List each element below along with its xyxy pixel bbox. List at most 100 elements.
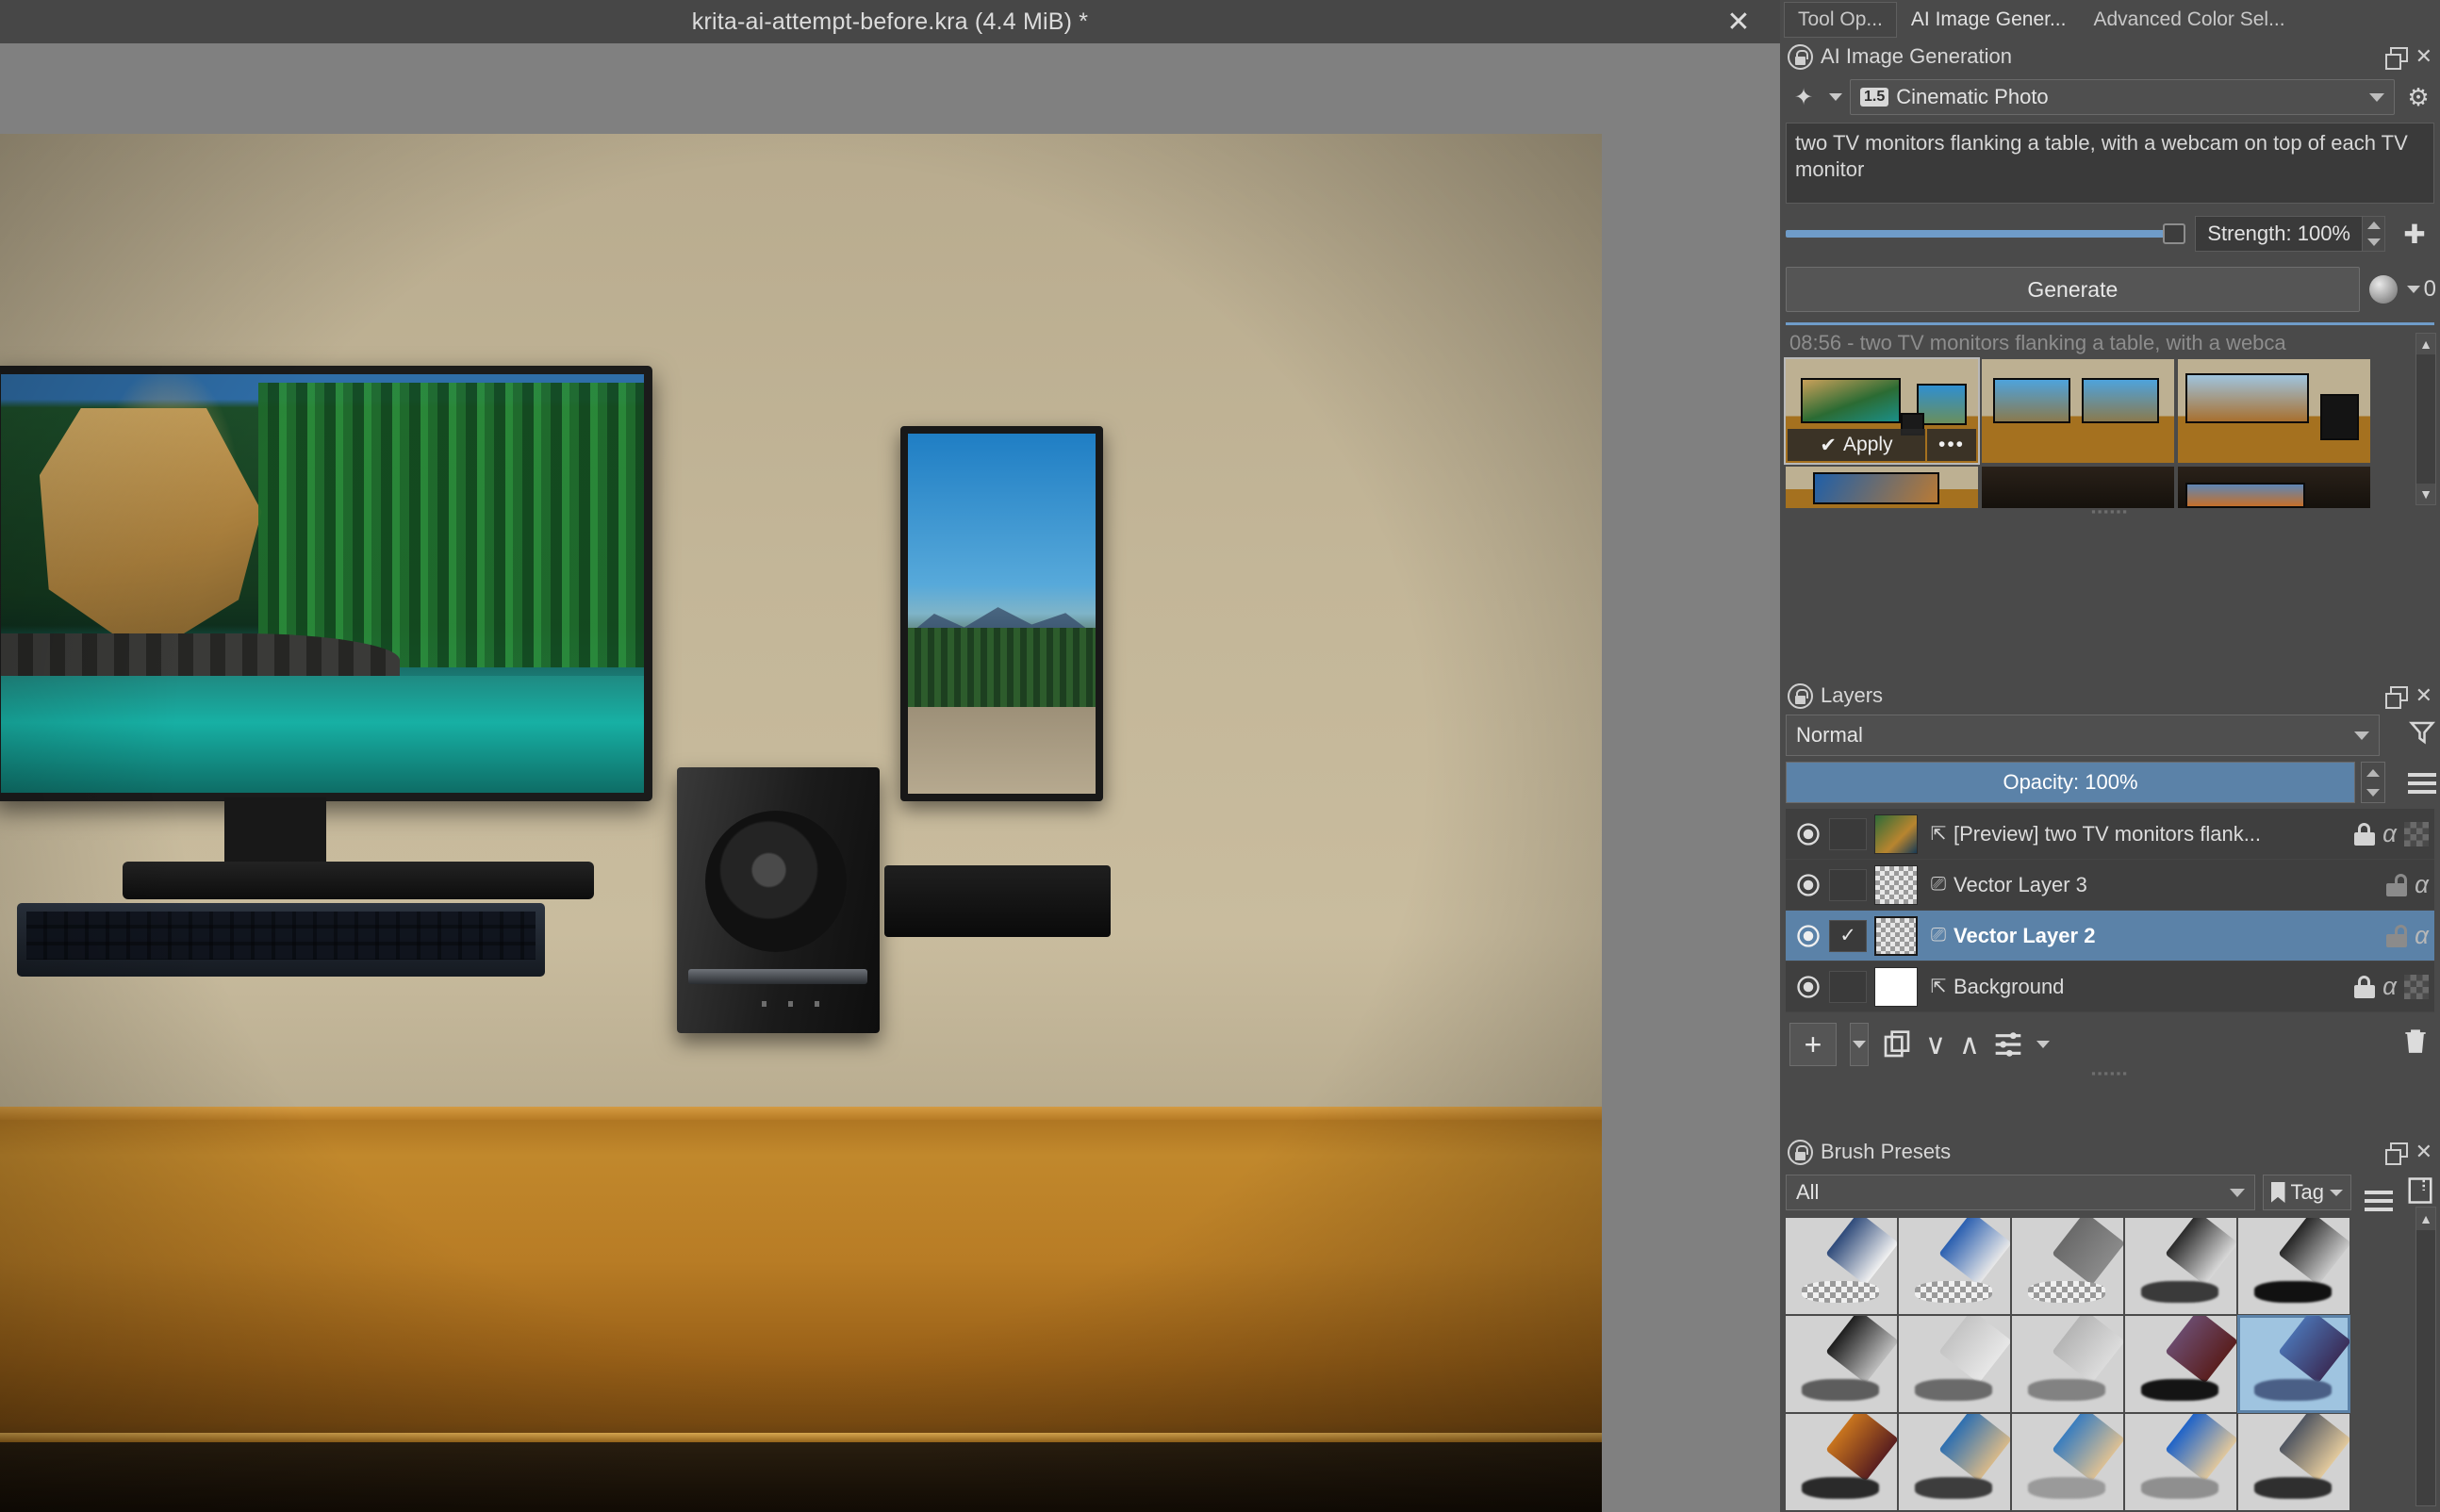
visibility-toggle-icon[interactable] [1788,923,1829,949]
scroll-down-icon[interactable]: ▼ [2416,484,2435,504]
result-thumbnail[interactable]: ✔ Apply ••• [1784,357,1980,465]
more-options-button[interactable]: ••• [1927,429,1976,461]
opacity-slider[interactable]: Opacity: 100% [1786,762,2355,803]
magic-wand-icon[interactable]: ✦ [1786,83,1822,111]
brush-filter-select[interactable]: All [1786,1175,2255,1210]
scroll-up-icon[interactable]: ▲ [2416,334,2435,354]
lock-icon[interactable] [1788,682,1813,709]
brush-preset-pen-silver-a[interactable] [1899,1316,2010,1412]
brush-preset-ink-pen-b[interactable] [1786,1316,1897,1412]
brush-preset-pencil-blue-b[interactable] [2012,1414,2123,1510]
move-layer-up-icon[interactable]: ∧ [1959,1028,1980,1061]
lock-icon[interactable] [2354,975,2376,998]
brush-preset-ink-brush[interactable] [2125,1316,2236,1412]
gear-icon[interactable]: ⚙ [2402,83,2434,112]
result-thumbnail[interactable] [1982,359,2174,463]
visibility-toggle-icon[interactable] [1788,974,1829,1000]
brush-preset-paintbrush[interactable] [1786,1414,1897,1510]
brush-preset-eraser-small[interactable] [1899,1218,2010,1314]
canvas-area[interactable] [0,43,1780,1512]
alpha-lock-icon[interactable]: α [2382,819,2397,848]
move-layer-down-icon[interactable]: ∨ [1925,1028,1946,1061]
strength-stepper[interactable]: Strength: 100% [2195,216,2385,252]
table-row[interactable]: ⇱ [Preview] two TV monitors flank... α [1786,809,2434,860]
lock-icon[interactable] [1788,1139,1813,1165]
alpha-channel-icon[interactable] [2404,821,2429,846]
tab-advanced-color-selector[interactable]: Advanced Color Sel... [2080,2,2298,38]
alpha-lock-icon[interactable]: α [2415,921,2429,950]
brush-preset-airbrush-soft[interactable] [2125,1218,2236,1314]
tab-tool-options[interactable]: Tool Op... [1784,2,1897,38]
result-thumbnail[interactable] [2178,467,2370,508]
brush-preset-pen-silver-b[interactable] [2012,1316,2123,1412]
result-thumbnail[interactable] [1982,467,2174,508]
brush-preset-pencil-blue-a[interactable] [1899,1414,2010,1510]
stepper-up-icon[interactable] [2366,768,2380,777]
lock-icon[interactable] [1788,43,1813,70]
visibility-toggle-icon[interactable] [1788,821,1829,847]
hamburger-icon[interactable] [2365,1191,2393,1194]
window-close-button[interactable]: ✕ [1714,6,1763,40]
panel-splitter[interactable]: ▪▪▪▪▪▪ [1780,1066,2440,1080]
stepper-down-icon[interactable] [2366,788,2380,797]
alpha-channel-icon[interactable] [2404,974,2429,999]
float-icon[interactable] [2384,47,2408,70]
add-layer-button[interactable]: + [1789,1023,1837,1066]
unlock-icon[interactable] [2386,924,2408,947]
resource-icon[interactable] [2406,1176,2434,1209]
tab-ai-image-generation[interactable]: AI Image Gener... [1896,2,2081,38]
stepper-up-icon[interactable] [2366,222,2381,229]
table-row[interactable]: ⎚ Vector Layer 3 α [1786,860,2434,911]
scroll-up-icon[interactable]: ▲ [2416,1208,2435,1230]
style-select[interactable]: 1.5 Cinematic Photo [1850,79,2395,115]
brush-preset-ink-pen-a[interactable] [2238,1218,2349,1314]
brush-preset-pencil-grey[interactable] [2238,1414,2349,1510]
ai-panel-close-icon[interactable]: ✕ [2415,44,2432,69]
blend-mode-select[interactable]: Normal [1786,715,2380,756]
add-layer-icon[interactable]: ✚ [2395,219,2434,250]
result-thumbnail[interactable] [1786,467,1978,508]
layer-properties-icon[interactable] [1993,1029,2023,1060]
hamburger-icon[interactable] [2408,773,2436,777]
table-row[interactable]: ⇱ Background α [1786,961,2434,1012]
strength-slider[interactable] [1786,222,2186,245]
opacity-stepper[interactable] [2361,762,2385,803]
chevron-down-icon[interactable] [1829,93,1842,101]
seed-dropdown[interactable]: 0 [2406,276,2436,303]
brush-preset-pencil-blue-c[interactable] [2125,1414,2236,1510]
unlock-icon[interactable] [2386,873,2408,896]
brush-panel-close-icon[interactable]: ✕ [2415,1140,2432,1164]
alpha-lock-icon[interactable]: α [2415,870,2429,899]
lock-icon[interactable] [2354,822,2376,846]
stepper-down-icon[interactable] [2366,238,2381,246]
results-scrollbar[interactable]: ▲ ▼ [2415,333,2436,505]
delete-layer-icon[interactable] [2400,1026,2431,1063]
layer-checkbox[interactable] [1829,817,1867,850]
add-layer-dropdown[interactable] [1850,1023,1869,1066]
float-icon[interactable] [2384,686,2408,709]
layer-checkbox[interactable]: ✓ [1829,919,1867,952]
table-row[interactable]: ✓ ⎚ Vector Layer 2 α [1786,911,2434,961]
strength-stepper-arrows[interactable] [2362,217,2384,251]
canvas-image[interactable] [0,134,1602,1512]
tag-button[interactable]: Tag [2262,1175,2351,1210]
opacity-stepper-arrows[interactable] [2362,763,2384,802]
brush-preset-eraser-soft[interactable] [1786,1218,1897,1314]
generate-button[interactable]: Generate [1786,267,2360,312]
alpha-lock-icon[interactable]: α [2382,972,2397,1001]
chevron-down-icon[interactable] [2036,1041,2050,1048]
strength-slider-knob[interactable] [2163,223,2186,244]
brush-preset-basic-wet-soft[interactable] [2237,1315,2350,1413]
layer-checkbox[interactable] [1829,970,1867,1003]
duplicate-layer-icon[interactable] [1882,1029,1912,1060]
layers-panel-close-icon[interactable]: ✕ [2415,683,2432,708]
brush-scrollbar[interactable]: ▲ [2415,1207,2436,1506]
float-icon[interactable] [2384,1142,2408,1165]
brush-preset-eraser-smudge[interactable] [2012,1218,2123,1314]
funnel-icon[interactable] [2408,718,2436,747]
visibility-toggle-icon[interactable] [1788,872,1829,898]
layer-checkbox[interactable] [1829,868,1867,901]
result-thumbnail[interactable] [2178,359,2370,463]
apply-button[interactable]: ✔ Apply [1788,429,1925,461]
prompt-input[interactable]: two TV monitors flanking a table, with a… [1786,123,2434,204]
